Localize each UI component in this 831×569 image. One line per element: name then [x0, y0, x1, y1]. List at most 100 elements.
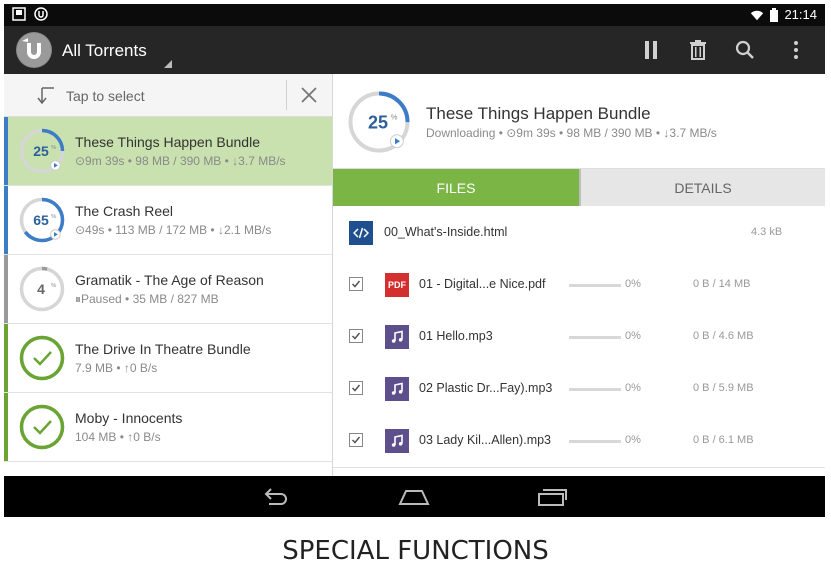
detail-tabs: FILES DETAILS [333, 169, 825, 206]
checkmark-icon [351, 436, 361, 444]
search-button[interactable] [731, 36, 759, 64]
torrent-meta: ⏸Paused • 35 MB / 827 MB [75, 292, 219, 306]
dropdown-caret-icon [164, 60, 172, 68]
search-icon [735, 40, 754, 59]
torrent-state-accent [4, 393, 8, 461]
tap-select-arrow-icon [37, 87, 54, 104]
file-progress-percent: 0% [625, 278, 641, 290]
torrent-meta: 104 MB • ↑0 B/s [75, 430, 161, 444]
tab-details[interactable]: DETAILS [579, 169, 825, 206]
music-file-icon [385, 325, 409, 349]
html-file-icon [349, 221, 373, 245]
utorrent-logo-icon[interactable] [16, 32, 52, 68]
file-name: 02 Plastic Dr...Fay).mp3 [419, 381, 553, 395]
percent-sign: % [51, 214, 57, 220]
file-progress-bar [569, 440, 621, 443]
pause-button[interactable] [637, 36, 665, 64]
promo-caption: SPECIAL FUNCTIONS [282, 536, 549, 566]
delete-button[interactable] [684, 36, 712, 64]
file-checkbox[interactable] [349, 277, 363, 291]
progress-ring-fill [19, 335, 65, 381]
overflow-menu-button[interactable] [782, 36, 810, 64]
back-button[interactable] [258, 486, 294, 508]
file-size: 0 B / 4.6 MB [693, 330, 754, 342]
torrent-name: The Crash Reel [75, 203, 174, 219]
close-icon[interactable] [298, 84, 320, 106]
navigation-bar [4, 476, 825, 517]
pause-icon [645, 41, 657, 59]
file-checkbox[interactable] [349, 329, 363, 343]
select-bar: Tap to select [4, 74, 332, 117]
file-size: 4.3 kB [751, 226, 783, 238]
more-vertical-icon [794, 41, 798, 59]
checkmark-icon [351, 384, 361, 392]
file-name: 01 Hello.mp3 [419, 329, 493, 343]
torrent-state-accent [4, 186, 8, 254]
recent-apps-button[interactable] [534, 486, 570, 508]
file-checkbox[interactable] [349, 433, 363, 447]
torrent-list-item[interactable]: 4% Gramatik - The Age of Reason ⏸Paused • … [4, 255, 332, 324]
file-size: 0 B / 6.1 MB [693, 434, 754, 446]
utorrent-notification-icon [34, 7, 48, 21]
tab-files[interactable]: FILES [333, 169, 579, 206]
file-checkbox[interactable] [349, 381, 363, 395]
status-time: 21:14 [784, 7, 817, 22]
complete-check-icon [33, 420, 52, 435]
torrent-progress-ring: 65% [19, 197, 65, 243]
file-progress-percent: 0% [625, 382, 641, 394]
detail-header: 25% These Things Happen Bundle Downloadi… [333, 74, 825, 169]
status-bar: 21:14 [4, 4, 825, 26]
file-row[interactable]: 03 Lady Kil...Allen).mp3 0% 0 B / 6.1 MB [333, 415, 825, 468]
torrent-meta: ⊙49s • 113 MB / 172 MB • ↓2.1 MB/s [75, 223, 272, 237]
torrent-list-item[interactable]: Moby - Innocents 104 MB • ↑0 B/s [4, 393, 332, 462]
torrent-meta: ⊙9m 39s • 98 MB / 390 MB • ↓3.7 MB/s [75, 154, 286, 168]
progress-percent-label: 65 [33, 212, 49, 228]
file-progress-bar [569, 388, 621, 391]
file-row[interactable]: PDF 01 - Digital...e Nice.pdf 0% 0 B / 14 M… [333, 259, 825, 312]
torrent-progress-ring: 4% [19, 266, 65, 312]
file-row[interactable]: 02 Plastic Dr...Fay).mp3 0% 0 B / 5.9 MB [333, 363, 825, 416]
torrent-progress-ring: 25% [19, 128, 65, 174]
torrent-list-item[interactable]: 25% These Things Happen Bundle ⊙9m 39s • 9… [4, 117, 332, 186]
wifi-icon [751, 10, 764, 20]
progress-ring-fill [19, 404, 65, 450]
file-name: 01 - Digital...e Nice.pdf [419, 277, 546, 291]
torrent-meta: 7.9 MB • ↑0 B/s [75, 361, 158, 375]
torrent-list-item[interactable]: 65% The Crash Reel ⊙49s • 113 MB / 172 MB … [4, 186, 332, 255]
battery-icon [770, 7, 779, 22]
percent-sign: % [51, 145, 57, 151]
music-file-icon [385, 377, 409, 401]
tablet-screen: 21:14 All Torrents Tap to select 25 % Th… [4, 4, 825, 517]
home-button[interactable] [396, 486, 432, 508]
percent-sign: % [51, 283, 57, 289]
file-row[interactable]: 00_What's-Inside.html 4.3 kB [333, 207, 825, 260]
torrent-filter-dropdown[interactable]: All Torrents [62, 41, 147, 61]
detail-progress-ring: 25% [348, 91, 410, 153]
file-name: 00_What's-Inside.html [384, 225, 508, 239]
pdf-icon-label: PDF [388, 280, 406, 290]
tap-to-select-label[interactable]: Tap to select [66, 88, 145, 104]
progress-percent-label: 25 [33, 143, 49, 159]
action-bar: All Torrents [4, 26, 825, 74]
progress-percent-label: 4 [37, 281, 45, 297]
file-progress-percent: 0% [625, 434, 641, 446]
torrent-progress-ring [19, 335, 65, 381]
utorrent-logo-glyph [17, 33, 51, 67]
torrent-state-accent [4, 324, 8, 392]
music-note-icon [391, 330, 403, 343]
file-row[interactable]: 01 Hello.mp3 0% 0 B / 4.6 MB [333, 311, 825, 364]
torrent-list-item[interactable]: The Drive In Theatre Bundle 7.9 MB • ↑0 B… [4, 324, 332, 393]
torrent-name: Moby - Innocents [75, 410, 183, 426]
file-progress-bar [569, 336, 621, 339]
music-file-icon [385, 429, 409, 453]
checkmark-icon [351, 332, 361, 340]
trash-icon [690, 40, 706, 60]
music-note-icon [391, 434, 403, 447]
recent-apps-icon [538, 489, 567, 506]
code-icon [353, 227, 369, 239]
file-progress-bar [569, 284, 621, 287]
pdf-file-icon: PDF [385, 273, 409, 297]
torrent-detail-pane: 25% These Things Happen Bundle Downloadi… [333, 74, 825, 476]
torrent-state-accent [4, 255, 8, 323]
torrent-name: These Things Happen Bundle [75, 134, 260, 150]
